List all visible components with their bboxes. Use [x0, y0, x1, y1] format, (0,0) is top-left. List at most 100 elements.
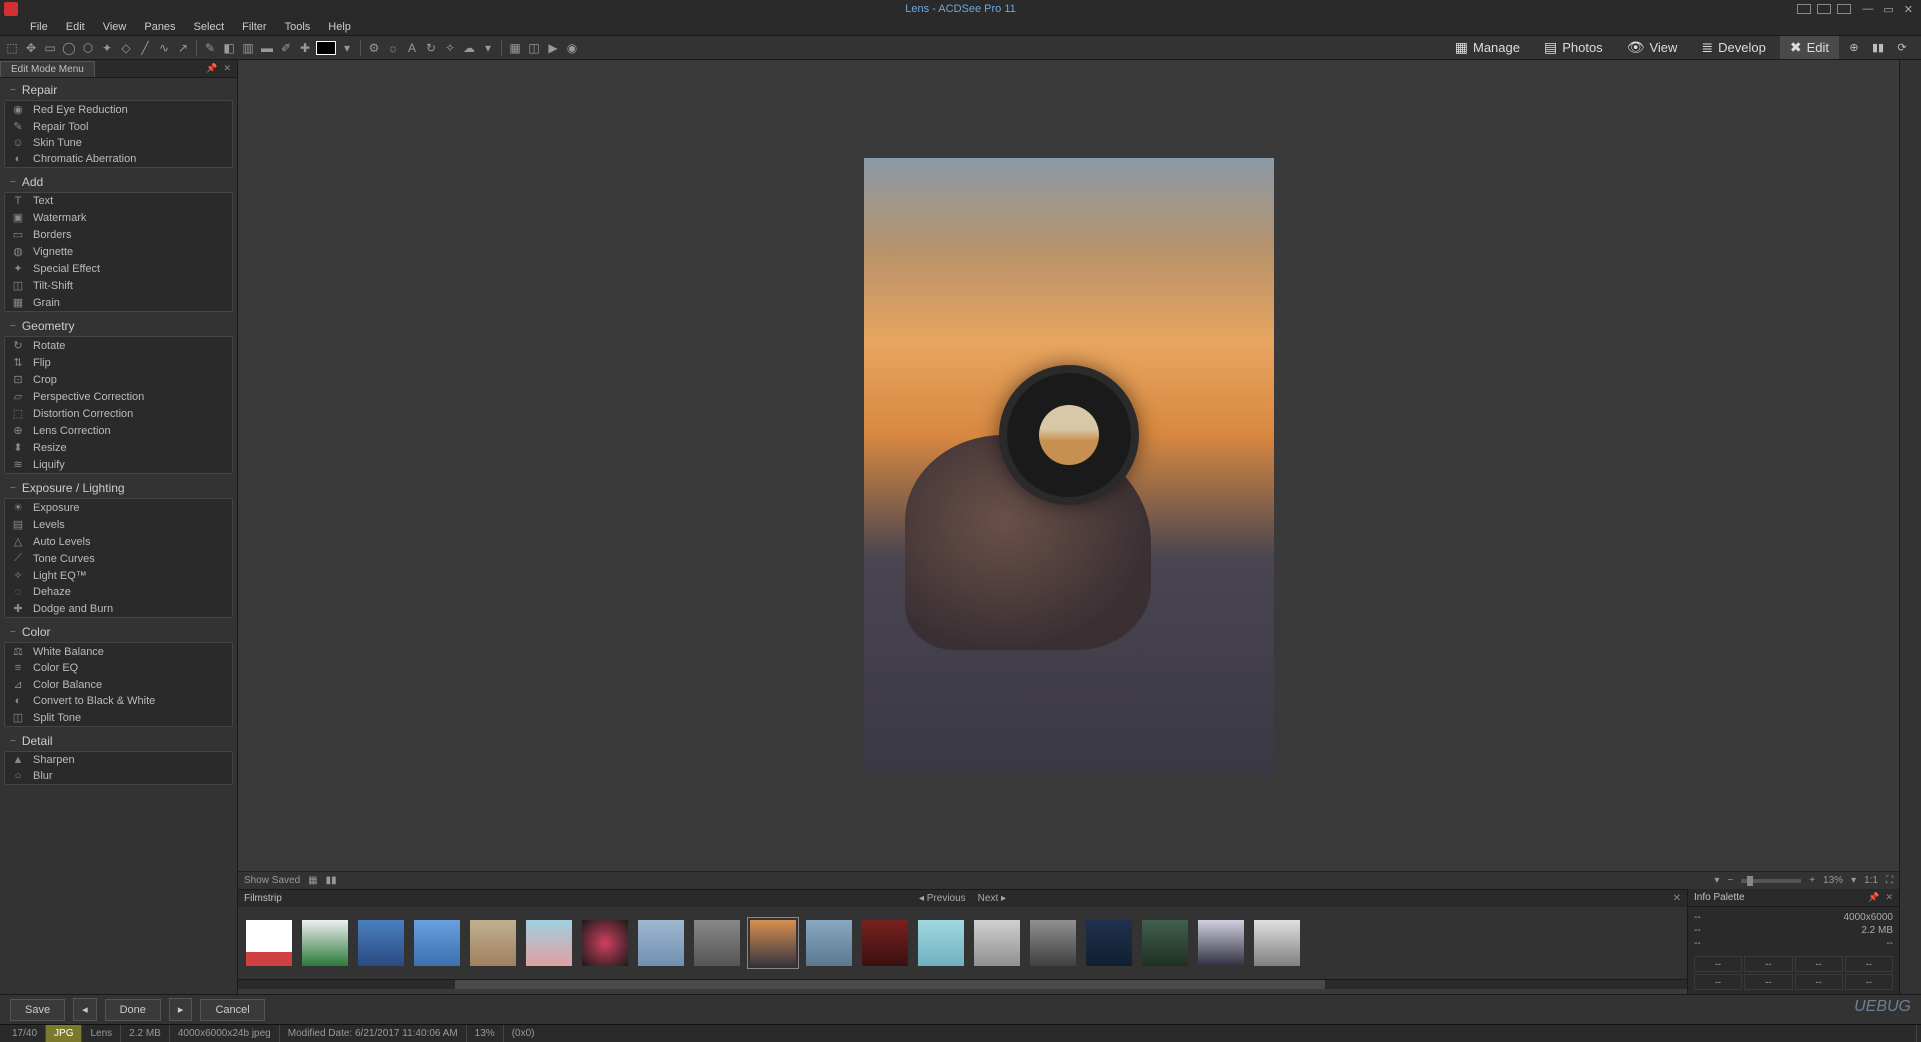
zoom-out-icon[interactable]: −	[1727, 875, 1733, 886]
mode-photos[interactable]: ▤Photos	[1534, 36, 1613, 59]
play-icon[interactable]: ▶	[545, 40, 561, 56]
curve-icon[interactable]: ∿	[156, 40, 172, 56]
thumbnail[interactable]	[1142, 920, 1188, 966]
edit-item-red-eye-reduction[interactable]: ◉Red Eye Reduction	[5, 101, 232, 118]
thumbnail[interactable]	[974, 920, 1020, 966]
next-button[interactable]: Next ▸	[978, 893, 1006, 904]
thumbnail[interactable]	[246, 920, 292, 966]
next-image-button[interactable]: ▸	[169, 998, 193, 1021]
thumbnail[interactable]	[918, 920, 964, 966]
menu-help[interactable]: Help	[320, 19, 359, 35]
mode-edit[interactable]: ✖Edit	[1780, 36, 1839, 59]
mode-view[interactable]: 👁View	[1617, 36, 1688, 59]
group-header-add[interactable]: Add	[4, 172, 233, 192]
edit-item-resize[interactable]: ⬍Resize	[5, 439, 232, 456]
edit-item-rotate[interactable]: ↻Rotate	[5, 337, 232, 354]
wand-icon[interactable]: ✦	[99, 40, 115, 56]
thumbnail[interactable]	[358, 920, 404, 966]
eraser-icon[interactable]: ◧	[221, 40, 237, 56]
edit-item-tone-curves[interactable]: ⟋Tone Curves	[5, 550, 232, 567]
histogram-icon[interactable]: ▮▮	[1869, 39, 1887, 57]
thumbnail[interactable]	[1030, 920, 1076, 966]
star-icon[interactable]: ✧	[442, 40, 458, 56]
group-header-repair[interactable]: Repair	[4, 80, 233, 100]
thumbnail[interactable]	[1254, 920, 1300, 966]
thumbnail[interactable]	[582, 920, 628, 966]
edit-item-text[interactable]: TText	[5, 193, 232, 209]
mode-manage[interactable]: ▦Manage	[1445, 36, 1530, 59]
menu-filter[interactable]: Filter	[234, 19, 274, 35]
edit-item-color-eq[interactable]: ≡Color EQ	[5, 660, 232, 676]
maximize-button[interactable]: ▭	[1883, 3, 1893, 16]
zoom-dropdown-icon[interactable]: ▾	[1851, 875, 1856, 886]
prev-image-button[interactable]: ◂	[73, 998, 97, 1021]
edit-item-special-effect[interactable]: ✦Special Effect	[5, 260, 232, 277]
thumbnail[interactable]	[470, 920, 516, 966]
rotate-icon[interactable]: ↻	[423, 40, 439, 56]
edit-item-exposure[interactable]: ☀Exposure	[5, 499, 232, 516]
right-dock[interactable]	[1899, 60, 1921, 994]
fit-icon[interactable]: ⛶	[1886, 875, 1893, 886]
edit-item-crop[interactable]: ⊡Crop	[5, 371, 232, 388]
grid-toggle-icon[interactable]: ▦	[308, 875, 317, 886]
sun-icon[interactable]: ☼	[385, 40, 401, 56]
minimize-button[interactable]: —	[1862, 3, 1873, 16]
thumbnail[interactable]	[526, 920, 572, 966]
edit-item-chromatic-aberration[interactable]: ◐Chromatic Aberration	[5, 151, 232, 167]
line-icon[interactable]: ╱	[137, 40, 153, 56]
compare-icon[interactable]: ◫	[526, 40, 542, 56]
dropdown-icon[interactable]: ▾	[339, 40, 355, 56]
edit-item-color-balance[interactable]: ⊿Color Balance	[5, 676, 232, 693]
actual-size-button[interactable]: 1:1	[1864, 875, 1878, 886]
fill-icon[interactable]: ▬	[259, 40, 275, 56]
eyedropper-icon[interactable]: ✐	[278, 40, 294, 56]
show-saved-toggle[interactable]: Show Saved	[244, 875, 300, 886]
color-swatch[interactable]	[316, 41, 336, 55]
edit-item-liquify[interactable]: ≋Liquify	[5, 456, 232, 473]
gradient-icon[interactable]: ▥	[240, 40, 256, 56]
pin-icon[interactable]: 📌	[1868, 892, 1879, 903]
thumbnail[interactable]	[1198, 920, 1244, 966]
canvas[interactable]	[238, 60, 1899, 871]
histogram-toggle-icon[interactable]: ▮▮	[326, 875, 337, 886]
edit-item-auto-levels[interactable]: △Auto Levels	[5, 533, 232, 550]
edit-item-skin-tune[interactable]: ☺Skin Tune	[5, 135, 232, 151]
edit-item-vignette[interactable]: ◍Vignette	[5, 243, 232, 260]
edit-item-dodge-and-burn[interactable]: ✚Dodge and Burn	[5, 600, 232, 617]
group-header-exposure-lighting[interactable]: Exposure / Lighting	[4, 478, 233, 498]
edit-item-white-balance[interactable]: ⚖White Balance	[5, 643, 232, 660]
done-button[interactable]: Done	[105, 999, 161, 1021]
menu-file[interactable]: File	[22, 19, 56, 35]
menu-view[interactable]: View	[95, 19, 135, 35]
close-icon[interactable]: ✕	[223, 63, 231, 74]
cloud-icon[interactable]: ☁	[461, 40, 477, 56]
edit-item-dehaze[interactable]: ◌Dehaze	[5, 584, 232, 600]
ellipse-select-icon[interactable]: ◯	[61, 40, 77, 56]
layout-presets[interactable]	[1797, 4, 1851, 14]
menu-tools[interactable]: Tools	[277, 19, 319, 35]
edit-item-distortion-correction[interactable]: ⬚Distortion Correction	[5, 405, 232, 422]
filmstrip[interactable]	[238, 907, 1687, 979]
edit-item-blur[interactable]: ○Blur	[5, 768, 232, 784]
thumbnail[interactable]	[694, 920, 740, 966]
thumbnail[interactable]	[414, 920, 460, 966]
edit-item-watermark[interactable]: ▣Watermark	[5, 209, 232, 226]
cancel-button[interactable]: Cancel	[200, 999, 264, 1021]
filmstrip-close-icon[interactable]: ✕	[1673, 893, 1681, 904]
gear-icon[interactable]: ⚙	[366, 40, 382, 56]
record-icon[interactable]: ◉	[564, 40, 580, 56]
lasso-icon[interactable]: ⬡	[80, 40, 96, 56]
zoom-slider[interactable]	[1741, 879, 1801, 883]
save-button[interactable]: Save	[10, 999, 65, 1021]
text-icon[interactable]: A	[404, 40, 420, 56]
edit-item-levels[interactable]: ▤Levels	[5, 516, 232, 533]
grid-icon[interactable]: ▦	[507, 40, 523, 56]
sync-icon[interactable]: ⟳	[1893, 39, 1911, 57]
pin-icon[interactable]: 📌	[206, 63, 217, 74]
close-button[interactable]: ✕	[1904, 3, 1913, 16]
heal-icon[interactable]: ✚	[297, 40, 313, 56]
edit-item-flip[interactable]: ⇅Flip	[5, 354, 232, 371]
menu-edit[interactable]: Edit	[58, 19, 93, 35]
group-header-detail[interactable]: Detail	[4, 731, 233, 751]
group-header-color[interactable]: Color	[4, 622, 233, 642]
